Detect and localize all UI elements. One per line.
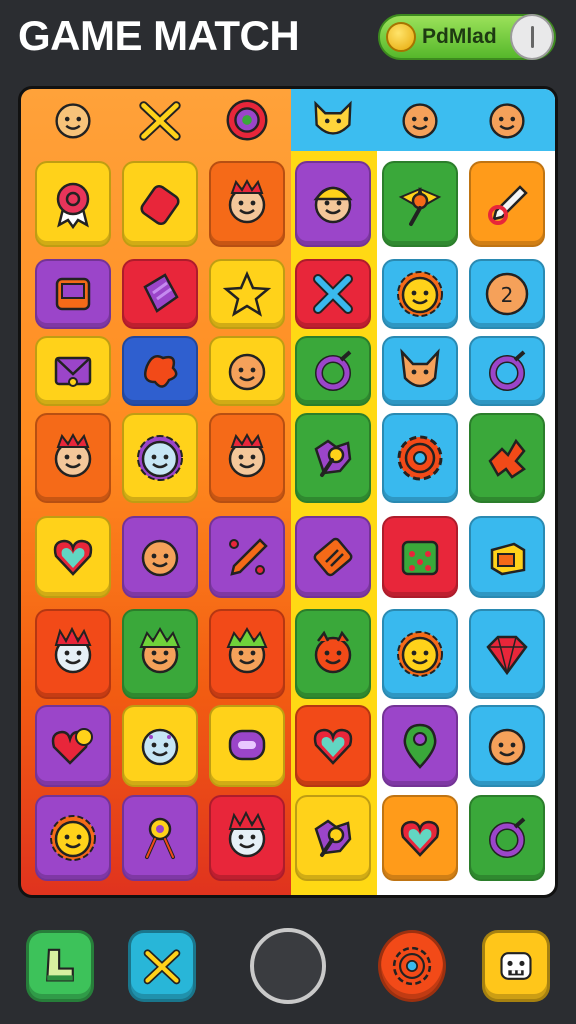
tile-heart-icon[interactable] xyxy=(295,705,371,787)
tile-box-icon[interactable] xyxy=(469,516,545,598)
tile-face-icon[interactable] xyxy=(122,516,198,598)
tile-sun-face-icon[interactable] xyxy=(35,795,111,881)
tile-winged-key-icon[interactable] xyxy=(382,161,458,247)
coin-icon xyxy=(386,22,416,52)
status-pill-label: PdMlad xyxy=(422,25,497,48)
tile-heart-icon[interactable] xyxy=(382,795,458,881)
tile-face-icon[interactable] xyxy=(209,336,285,406)
robot-face-icon xyxy=(493,943,539,989)
status-pill[interactable]: PdMlad xyxy=(378,14,556,60)
face-icon[interactable] xyxy=(394,94,446,146)
tile-ring-icon[interactable] xyxy=(295,336,371,406)
cat-face-icon[interactable] xyxy=(307,94,359,146)
boot-icon xyxy=(37,943,83,989)
tile-leaf-face-icon[interactable] xyxy=(122,609,198,699)
tile-crowned-face-icon[interactable] xyxy=(35,413,111,503)
robot-face-button[interactable] xyxy=(482,930,550,1002)
crossed-swords-icon[interactable] xyxy=(134,94,186,146)
tile-gem-tag-icon[interactable] xyxy=(122,161,198,247)
tile-face-icon[interactable] xyxy=(469,705,545,787)
tile-crowned-face-icon[interactable] xyxy=(209,413,285,503)
spiral-gear-icon[interactable] xyxy=(221,94,273,146)
tile-puzzle-key-icon[interactable] xyxy=(295,413,371,503)
tile-dotted-face-icon[interactable] xyxy=(122,705,198,787)
tile-puzzle-key-icon[interactable] xyxy=(295,795,371,881)
tile-ribbon-badge-icon[interactable] xyxy=(35,161,111,247)
tile-splat-icon[interactable] xyxy=(122,336,198,406)
tile-chat-icon[interactable] xyxy=(209,705,285,787)
tile-spiky-face-icon[interactable] xyxy=(209,795,285,881)
crossed-swords-button[interactable] xyxy=(128,930,196,1002)
crossed-swords-icon xyxy=(139,943,185,989)
tile-puzzle-icon[interactable] xyxy=(469,413,545,503)
tile-tablet-icon[interactable] xyxy=(35,259,111,329)
tile-crowned-face-icon[interactable] xyxy=(209,161,285,247)
game-board: 2 xyxy=(18,86,558,898)
tile-gem-icon[interactable] xyxy=(469,609,545,699)
gear-icon xyxy=(389,943,435,989)
boot-button[interactable] xyxy=(26,930,94,1002)
tile-leaf-face-icon[interactable] xyxy=(209,609,285,699)
tile-flower-face-icon[interactable] xyxy=(122,413,198,503)
tile-crystal-icon[interactable] xyxy=(122,259,198,329)
gear-button[interactable] xyxy=(378,930,446,1002)
reset-button[interactable] xyxy=(250,928,326,1004)
tile-coin-face-icon[interactable]: 2 xyxy=(469,259,545,329)
tile-helmet-face-icon[interactable] xyxy=(295,161,371,247)
game-title: GAME MATCH xyxy=(18,12,300,59)
tile-location-pin-icon[interactable] xyxy=(382,705,458,787)
tile-monster-face-icon[interactable] xyxy=(295,609,371,699)
tile-sun-face-icon[interactable] xyxy=(382,609,458,699)
tile-hearts-icon[interactable] xyxy=(35,705,111,787)
tile-sun-face-icon[interactable] xyxy=(382,259,458,329)
toggle-icon[interactable] xyxy=(510,14,554,60)
tile-spiky-face-icon[interactable] xyxy=(35,609,111,699)
tile-heart-icon[interactable] xyxy=(35,516,111,598)
tile-ring-icon[interactable] xyxy=(469,336,545,406)
tile-star-icon[interactable] xyxy=(209,259,285,329)
face-icon[interactable] xyxy=(481,94,533,146)
tile-fox-face-icon[interactable] xyxy=(382,336,458,406)
smiley-badge-icon[interactable] xyxy=(47,94,99,146)
tile-gear-icon[interactable] xyxy=(382,413,458,503)
tile-ring-icon[interactable] xyxy=(469,795,545,881)
svg-text:2: 2 xyxy=(501,283,514,307)
tile-envelope-icon[interactable] xyxy=(35,336,111,406)
tile-key-icon[interactable] xyxy=(122,795,198,881)
tile-cross-icon[interactable] xyxy=(295,259,371,329)
tile-calendar-icon[interactable] xyxy=(382,516,458,598)
tile-pencil-icon[interactable] xyxy=(469,161,545,247)
tile-pen-icon[interactable] xyxy=(209,516,285,598)
tile-bars-icon[interactable] xyxy=(295,516,371,598)
